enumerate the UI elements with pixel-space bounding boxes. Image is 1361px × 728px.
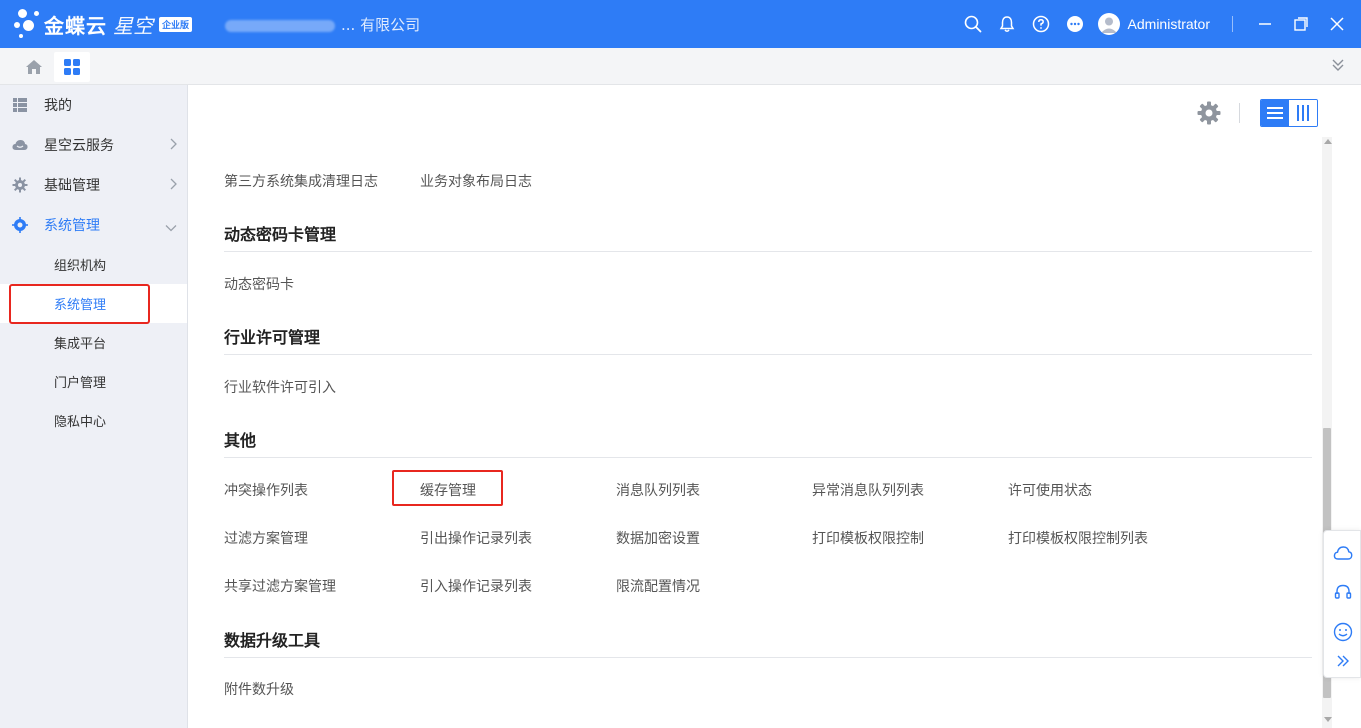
section-divider [224, 457, 1312, 458]
chevron-right-icon [169, 178, 177, 194]
link-exception-message-queue[interactable]: 异常消息队列列表 [812, 480, 924, 500]
link-third-party-cleanup-log[interactable]: 第三方系统集成清理日志 [224, 171, 378, 191]
link-print-template-permission[interactable]: 打印模板权限控制 [812, 528, 924, 548]
view-toolbar [1195, 99, 1318, 127]
main-content: 第三方系统集成清理日志 业务对象布局日志 动态密码卡管理 动态密码卡 行业许可管… [189, 85, 1361, 728]
user-menu[interactable]: Administrator [1097, 13, 1210, 35]
link-shared-filter-scheme[interactable]: 共享过滤方案管理 [224, 576, 336, 596]
app-logo[interactable]: 金蝶云 星空 企业版 [14, 6, 193, 42]
link-print-template-permission-list[interactable]: 打印模板权限控制列表 [1008, 528, 1148, 548]
apps-tab[interactable] [54, 52, 90, 82]
sidebar-item-label: 系统管理 [44, 218, 100, 234]
smile-icon[interactable] [1333, 622, 1353, 642]
logo-product: 星空 [113, 13, 153, 38]
more-icon[interactable] [1058, 0, 1092, 48]
sidebar-subitem-integration-platform[interactable]: 集成平台 [0, 323, 187, 362]
section-title: 其他 [224, 431, 257, 450]
link-data-encryption[interactable]: 数据加密设置 [616, 528, 700, 548]
tab-bar [0, 48, 1361, 85]
sidebar-subitem-organization[interactable]: 组织机构 [0, 245, 187, 284]
minimize-icon[interactable] [1247, 0, 1283, 48]
link-dynamic-password-card[interactable]: 动态密码卡 [224, 274, 294, 294]
link-license-usage[interactable]: 许可使用状态 [1008, 480, 1092, 500]
double-chevron-right-icon[interactable] [1333, 651, 1353, 671]
link-filter-scheme[interactable]: 过滤方案管理 [224, 528, 308, 548]
help-icon[interactable] [1024, 0, 1058, 48]
search-icon[interactable] [956, 0, 990, 48]
highlight-box [9, 284, 150, 324]
sidebar-item-label: 基础管理 [44, 178, 100, 194]
section-divider [224, 354, 1312, 355]
restore-icon[interactable] [1283, 0, 1319, 48]
link-industry-license-import[interactable]: 行业软件许可引入 [224, 377, 336, 397]
logo-mark-icon [14, 7, 42, 41]
sidebar-item-cloud-service[interactable]: 星空云服务 [0, 125, 187, 165]
scroll-down-arrow-icon[interactable] [1324, 717, 1332, 722]
link-conflict-operations[interactable]: 冲突操作列表 [224, 480, 308, 500]
link-import-records[interactable]: 引入操作记录列表 [420, 576, 532, 596]
sidebar-item-label: 我的 [44, 98, 72, 114]
cloud-icon [12, 137, 28, 153]
sidebar-item-label: 星空云服务 [44, 138, 114, 154]
sidebar-subitem-portal-management[interactable]: 门户管理 [0, 362, 187, 401]
sidebar-subitem-privacy-center[interactable]: 隐私中心 [0, 401, 187, 440]
double-chevron-down-icon[interactable] [1331, 57, 1345, 77]
sidebar: 我的 星空云服务 基础管理 系统管理 组织机构 系统管理 集成平台 门户管理 隐… [0, 85, 188, 728]
section-title: 行业许可管理 [224, 328, 321, 347]
floating-toolbar [1323, 530, 1361, 678]
home-icon [26, 60, 42, 74]
divider [1232, 16, 1233, 32]
column-view-icon[interactable] [1289, 100, 1317, 126]
divider [1239, 103, 1240, 123]
target-icon [12, 217, 28, 233]
company-name[interactable]: ... 有限公司 [225, 14, 420, 35]
user-name: Administrator [1127, 16, 1210, 32]
list-view-icon[interactable] [1261, 100, 1289, 126]
list-icon [12, 97, 28, 113]
sidebar-item-mine[interactable]: 我的 [0, 85, 187, 125]
logo-text: 金蝶云 [44, 13, 107, 38]
top-bar: 金蝶云 星空 企业版 ... 有限公司 Administrator [0, 0, 1361, 48]
section-title: 动态密码卡管理 [224, 225, 337, 244]
link-attachment-upgrade[interactable]: 附件数升级 [224, 679, 294, 699]
link-rate-limit-config[interactable]: 限流配置情况 [616, 576, 700, 596]
chevron-right-icon [169, 138, 177, 154]
scroll-up-arrow-icon[interactable] [1324, 139, 1332, 144]
highlight-box [392, 470, 503, 506]
sidebar-item-system-management[interactable]: 系统管理 [0, 205, 187, 245]
section-divider [224, 657, 1312, 658]
blurred-text [225, 19, 335, 32]
sidebar-item-basic-management[interactable]: 基础管理 [0, 165, 187, 205]
cloud-icon[interactable] [1333, 543, 1353, 563]
avatar [1097, 13, 1120, 35]
edition-badge: 企业版 [159, 16, 193, 32]
link-layout-log[interactable]: 业务对象布局日志 [420, 171, 532, 191]
bell-icon[interactable] [990, 0, 1024, 48]
view-mode-toggle [1260, 99, 1318, 127]
headset-icon[interactable] [1333, 582, 1353, 602]
gear-icon [12, 177, 28, 193]
grid-icon [64, 59, 80, 75]
section-title: 数据升级工具 [224, 631, 321, 650]
home-tab[interactable] [16, 52, 52, 82]
link-message-queue[interactable]: 消息队列列表 [616, 480, 700, 500]
close-icon[interactable] [1319, 0, 1355, 48]
settings-gear-icon[interactable] [1195, 99, 1223, 127]
chevron-down-icon [165, 220, 177, 236]
section-divider [224, 251, 1312, 252]
link-export-records[interactable]: 引出操作记录列表 [420, 528, 532, 548]
